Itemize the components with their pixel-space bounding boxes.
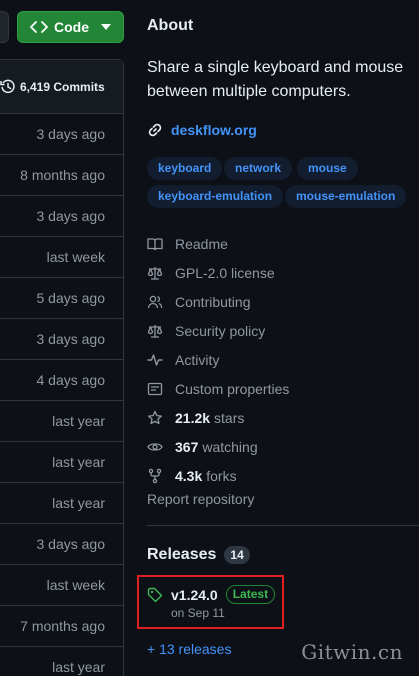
commit-age: 7 months ago bbox=[20, 618, 105, 634]
commit-age: 8 months ago bbox=[20, 167, 105, 183]
topic-keyboard-emulation[interactable]: keyboard-emulation bbox=[147, 185, 284, 208]
history-icon bbox=[0, 79, 16, 95]
commit-age: 3 days ago bbox=[36, 536, 106, 552]
more-releases-link[interactable]: + 13 releases bbox=[147, 641, 231, 657]
table-row[interactable]: last year bbox=[0, 401, 123, 442]
commit-age: 3 days ago bbox=[36, 208, 106, 224]
chevron-down-icon bbox=[101, 22, 111, 32]
contributing-link[interactable]: Contributing bbox=[147, 287, 419, 316]
table-row[interactable]: 8 months ago bbox=[0, 155, 123, 196]
watching-label: watching bbox=[202, 438, 258, 455]
table-row[interactable]: 3 days ago bbox=[0, 114, 123, 155]
commit-age: 5 days ago bbox=[36, 290, 106, 306]
commit-age: 3 days ago bbox=[36, 126, 106, 142]
readme-link[interactable]: Readme bbox=[147, 229, 419, 258]
file-list-panel: Code 6,419 Commits 3 days ago 8 months a… bbox=[0, 0, 124, 676]
website-label: deskflow.org bbox=[171, 122, 257, 138]
website-link[interactable]: deskflow.org bbox=[147, 122, 257, 138]
latest-release-link[interactable]: v1.24.0 Latest bbox=[147, 585, 276, 604]
commit-age: last year bbox=[52, 659, 105, 675]
table-row[interactable]: 3 days ago bbox=[0, 524, 123, 565]
commits-count: 6,419 Commits bbox=[20, 79, 105, 94]
people-icon bbox=[147, 294, 163, 310]
stars-label: stars bbox=[214, 409, 245, 426]
commit-age: 3 days ago bbox=[36, 331, 106, 347]
watching-link[interactable]: 367 watching bbox=[147, 432, 419, 461]
star-icon bbox=[147, 410, 163, 426]
table-row[interactable]: last year bbox=[0, 647, 123, 676]
table-row[interactable]: last week bbox=[0, 237, 123, 278]
license-label: GPL-2.0 license bbox=[175, 264, 275, 281]
topic-network[interactable]: network bbox=[224, 157, 293, 180]
law-icon bbox=[147, 323, 163, 339]
commit-age: last year bbox=[52, 454, 105, 470]
table-row[interactable]: 5 days ago bbox=[0, 278, 123, 319]
law-icon bbox=[147, 265, 163, 281]
table-row[interactable]: last week bbox=[0, 565, 123, 606]
latest-badge: Latest bbox=[225, 585, 276, 604]
table-row[interactable]: 3 days ago bbox=[0, 319, 123, 360]
forks-label: forks bbox=[206, 467, 237, 484]
forks-link[interactable]: 4.3k forks bbox=[147, 461, 419, 490]
topic-mouse-emulation[interactable]: mouse-emulation bbox=[285, 185, 407, 208]
table-row[interactable]: last year bbox=[0, 442, 123, 483]
release-date: on Sep 11 bbox=[171, 606, 225, 620]
commit-age: last year bbox=[52, 413, 105, 429]
topic-mouse[interactable]: mouse bbox=[297, 157, 358, 180]
fork-icon bbox=[147, 468, 163, 484]
releases-count-badge: 14 bbox=[224, 546, 250, 564]
about-heading: About bbox=[147, 17, 194, 34]
releases-heading[interactable]: Releases 14 bbox=[147, 546, 250, 564]
repo-meta-list: Readme GPL-2.0 license Contributing Secu… bbox=[147, 229, 419, 490]
book-icon bbox=[147, 236, 163, 252]
watching-count: 367 bbox=[175, 438, 199, 455]
releases-title: Releases bbox=[147, 546, 217, 563]
topic-keyboard[interactable]: keyboard bbox=[147, 157, 223, 180]
watermark: Gitwin.cn bbox=[301, 640, 403, 664]
stars-count: 21.2k bbox=[175, 409, 211, 426]
commit-age: last week bbox=[46, 577, 105, 593]
security-policy-link[interactable]: Security policy bbox=[147, 316, 419, 345]
commit-age: last week bbox=[46, 249, 105, 265]
table-row[interactable]: 7 months ago bbox=[0, 606, 123, 647]
license-link[interactable]: GPL-2.0 license bbox=[147, 258, 419, 287]
repo-description: Share a single keyboard and mouse betwee… bbox=[147, 59, 404, 100]
custom-properties-link[interactable]: Custom properties bbox=[147, 374, 419, 403]
activity-label: Activity bbox=[175, 351, 220, 368]
add-file-button[interactable] bbox=[0, 11, 9, 43]
commits-link[interactable]: 6,419 Commits bbox=[0, 60, 123, 114]
code-button[interactable]: Code bbox=[17, 11, 124, 43]
custom-properties-label: Custom properties bbox=[175, 380, 290, 397]
file-table: 6,419 Commits 3 days ago 8 months ago 3 … bbox=[0, 59, 124, 676]
section-divider bbox=[147, 525, 419, 526]
activity-link[interactable]: Activity bbox=[147, 345, 419, 374]
code-icon bbox=[30, 18, 48, 36]
security-policy-label: Security policy bbox=[175, 322, 266, 339]
link-icon bbox=[147, 122, 163, 138]
eye-icon bbox=[147, 439, 163, 455]
report-repository-link[interactable]: Report repository bbox=[147, 491, 254, 507]
table-row[interactable]: 4 days ago bbox=[0, 360, 123, 401]
table-row[interactable]: 3 days ago bbox=[0, 196, 123, 237]
contributing-label: Contributing bbox=[175, 293, 251, 310]
stars-link[interactable]: 21.2k stars bbox=[147, 403, 419, 432]
release-tag: v1.24.0 bbox=[171, 586, 218, 603]
forks-count: 4.3k bbox=[175, 467, 203, 484]
commit-age: last year bbox=[52, 495, 105, 511]
code-button-label: Code bbox=[54, 19, 89, 35]
pulse-icon bbox=[147, 352, 163, 368]
note-icon bbox=[147, 381, 163, 397]
commit-age: 4 days ago bbox=[36, 372, 106, 388]
readme-label: Readme bbox=[175, 235, 228, 252]
table-row[interactable]: last year bbox=[0, 483, 123, 524]
tag-icon bbox=[147, 587, 163, 603]
